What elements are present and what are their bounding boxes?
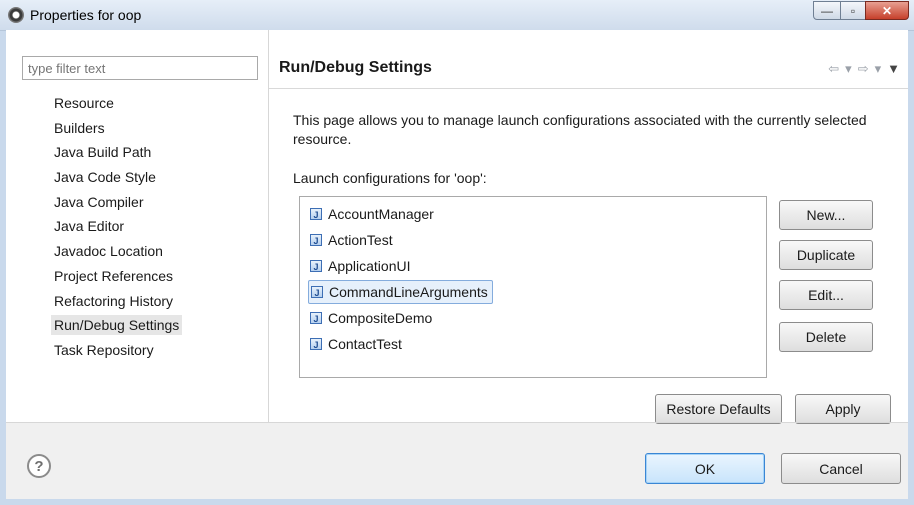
tree-item-label: Java Compiler	[54, 193, 144, 210]
page-header: Run/Debug Settings ⇦ ▾ ⇨ ▾ ▼	[269, 56, 908, 86]
tree-item-java-code-style[interactable]: Java Code Style	[54, 165, 182, 190]
tree-item-java-build-path[interactable]: Java Build Path	[54, 140, 182, 165]
forward-history-dropdown-icon[interactable]: ▾	[875, 61, 882, 77]
filter-input[interactable]	[22, 56, 258, 80]
tree-item-javadoc-location[interactable]: Javadoc Location	[54, 239, 182, 264]
edit-button[interactable]: Edit...	[779, 280, 873, 310]
list-item-selected[interactable]: J CommandLineArguments	[308, 279, 766, 305]
dialog-content: Resource Builders Java Build Path Java C…	[6, 30, 908, 499]
tree-item-label: Project References	[54, 267, 174, 284]
help-icon[interactable]: ?	[27, 454, 51, 478]
back-arrow-icon[interactable]: ⇦	[828, 61, 839, 77]
java-launch-config-icon: J	[311, 286, 323, 298]
window-title: Properties for oop	[30, 7, 142, 23]
close-button[interactable]: ✕	[865, 1, 909, 20]
config-label: CommandLineArguments	[329, 284, 488, 300]
properties-dialog: Properties for oop — ▫ ✕ Resource Builde…	[0, 0, 914, 505]
cancel-button[interactable]: Cancel	[781, 453, 901, 484]
tree-item-label: Javadoc Location	[54, 243, 163, 260]
config-label: ActionTest	[328, 232, 393, 248]
eclipse-icon	[8, 7, 24, 23]
list-item[interactable]: J AccountManager	[308, 201, 766, 227]
java-launch-config-icon: J	[310, 338, 322, 350]
title-bar[interactable]: Properties for oop — ▫ ✕	[0, 0, 914, 31]
tree-item-label: Refactoring History	[54, 292, 174, 309]
tree-item-refactoring-history[interactable]: Refactoring History	[54, 289, 182, 314]
tree-item-label: Java Code Style	[54, 169, 156, 186]
maximize-icon: ▫	[850, 3, 856, 18]
tree-item-label: Builders	[54, 119, 105, 136]
java-launch-config-icon: J	[310, 260, 322, 272]
java-launch-config-icon: J	[310, 234, 322, 246]
minimize-icon: —	[821, 3, 833, 18]
tree-item-task-repository[interactable]: Task Repository	[54, 338, 182, 363]
maximize-button[interactable]: ▫	[840, 1, 866, 20]
delete-button[interactable]: Delete	[779, 322, 873, 352]
duplicate-button[interactable]: Duplicate	[779, 240, 873, 270]
list-item[interactable]: J ActionTest	[308, 227, 766, 253]
tree-item-builders[interactable]: Builders	[54, 116, 182, 141]
java-launch-config-icon: J	[310, 208, 322, 220]
config-label: ApplicationUI	[328, 258, 411, 274]
tree-item-java-compiler[interactable]: Java Compiler	[54, 190, 182, 215]
tree-item-label: Task Repository	[54, 341, 154, 358]
list-item[interactable]: J ApplicationUI	[308, 253, 766, 279]
new-button[interactable]: New...	[779, 200, 873, 230]
tree-item-project-references[interactable]: Project References	[54, 264, 182, 289]
ok-button[interactable]: OK	[645, 453, 765, 484]
page-description: This page allows you to manage launch co…	[293, 112, 867, 147]
close-icon: ✕	[881, 3, 893, 18]
tree-item-label: Java Editor	[54, 218, 125, 235]
restore-defaults-button[interactable]: Restore Defaults	[655, 394, 782, 424]
java-launch-config-icon: J	[310, 312, 322, 324]
properties-page: Run/Debug Settings ⇦ ▾ ⇨ ▾ ▼ This page a…	[269, 30, 908, 424]
list-item[interactable]: J CompositeDemo	[308, 305, 766, 331]
view-menu-icon[interactable]: ▼	[887, 61, 900, 77]
tree-item-run-debug-settings[interactable]: Run/Debug Settings	[51, 313, 183, 338]
minimize-button[interactable]: —	[813, 1, 841, 20]
launch-configurations-label: Launch configurations for 'oop':	[293, 170, 487, 186]
tree-item-label: Run/Debug Settings	[51, 315, 183, 336]
tree-item-label: Java Build Path	[54, 144, 152, 161]
forward-arrow-icon[interactable]: ⇨	[858, 61, 869, 77]
list-item[interactable]: J ContactTest	[308, 331, 766, 357]
config-label: AccountManager	[328, 206, 434, 222]
header-divider	[269, 88, 908, 89]
page-title: Run/Debug Settings	[279, 59, 432, 76]
button-bar-divider	[6, 422, 908, 423]
apply-button[interactable]: Apply	[795, 394, 891, 424]
config-label: ContactTest	[328, 336, 402, 352]
tree-item-java-editor[interactable]: Java Editor	[54, 214, 182, 239]
properties-nav-panel: Resource Builders Java Build Path Java C…	[6, 30, 269, 422]
launch-configurations-list[interactable]: J AccountManager J ActionTest J Application…	[299, 196, 767, 378]
config-label: CompositeDemo	[328, 310, 433, 326]
back-history-dropdown-icon[interactable]: ▾	[845, 61, 852, 77]
tree-item-label: Resource	[54, 95, 114, 111]
properties-tree: Resource Builders Java Build Path Java C…	[51, 91, 183, 363]
page-navigation: ⇦ ▾ ⇨ ▾ ▼	[828, 61, 900, 77]
tree-item-resource[interactable]: Resource	[54, 91, 182, 116]
